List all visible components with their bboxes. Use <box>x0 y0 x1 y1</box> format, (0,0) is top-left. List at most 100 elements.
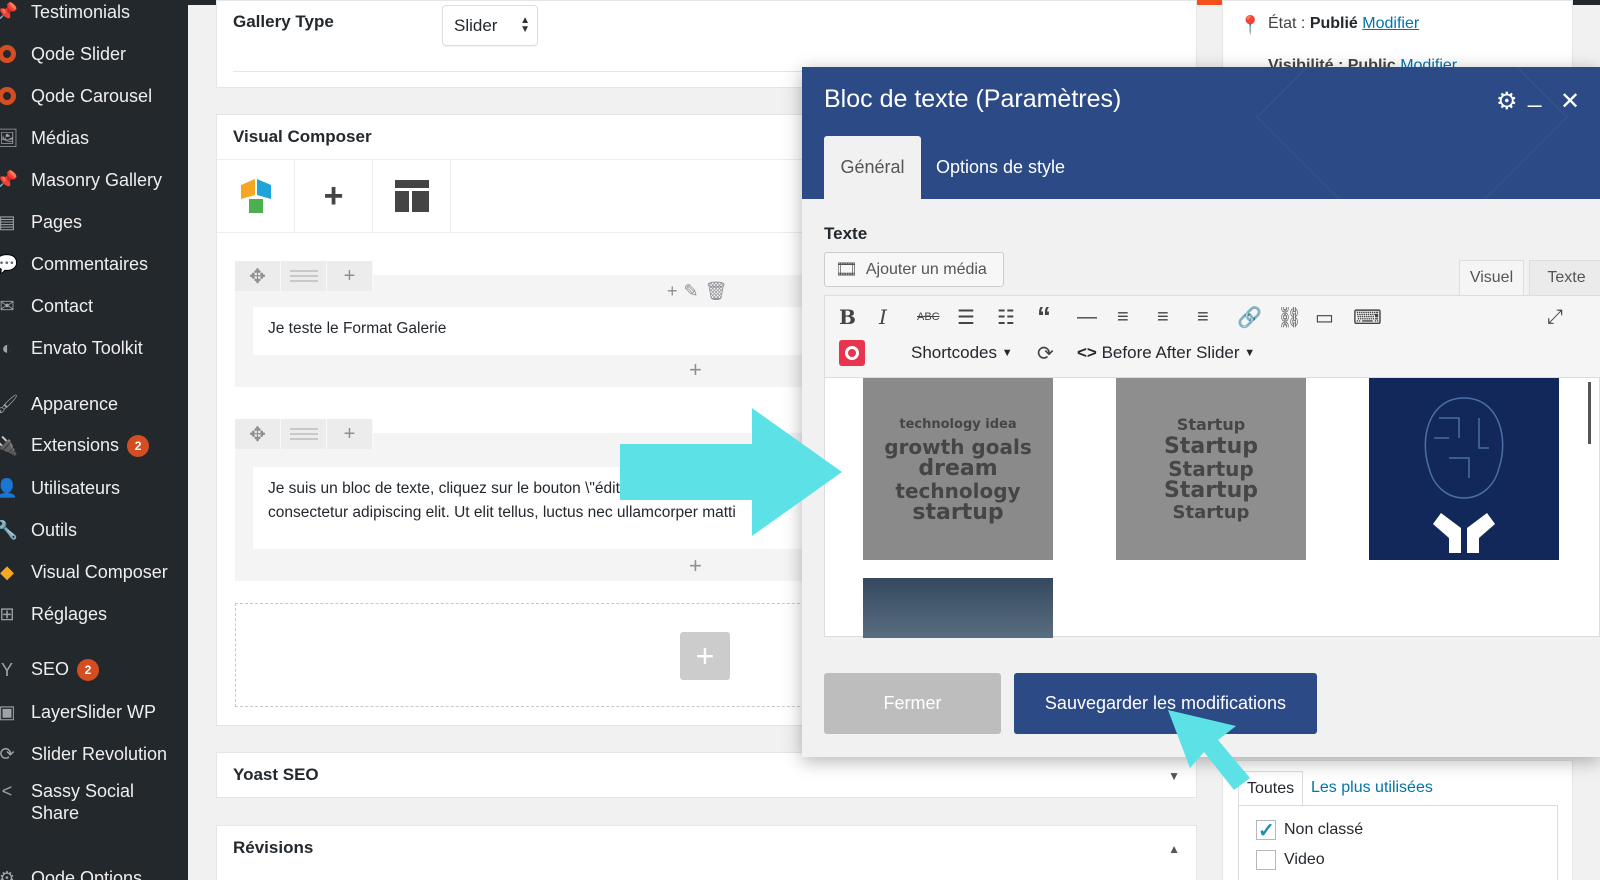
tab-most-used[interactable]: Les plus utilisées <box>1303 771 1441 805</box>
categories-panel: Toutes Les plus utilisées Non classé Vid… <box>1222 760 1573 880</box>
refresh-icon[interactable]: ⟳ <box>1037 338 1054 368</box>
sidebar-item-label: Visual Composer <box>31 561 168 582</box>
sidebar-item-qode-slider[interactable]: Qode Slider <box>0 38 188 70</box>
horizontal-rule-icon[interactable]: — <box>1077 302 1097 332</box>
strikethrough-icon[interactable]: ABC <box>917 302 940 332</box>
editor-content[interactable]: technology idea growth goals dream techn… <box>825 378 1600 638</box>
bullet-list-icon[interactable]: ☰ <box>957 302 975 332</box>
add-element-icon[interactable]: + <box>667 281 678 302</box>
add-media-button[interactable]: 🎞 Ajouter un média <box>824 252 1004 287</box>
align-right-icon[interactable]: ≡ <box>1197 302 1209 332</box>
italic-icon[interactable]: I <box>879 302 887 332</box>
blockquote-icon[interactable]: “ <box>1037 301 1051 332</box>
sidebar-item-extensions[interactable]: 🔌 Extensions 2 <box>0 430 188 462</box>
add-element-icon[interactable]: + <box>689 359 702 381</box>
circuit-head-artwork <box>1424 397 1504 553</box>
vc-add-element-button[interactable]: + <box>295 160 373 232</box>
caret-down-icon: ▼ <box>1244 347 1256 359</box>
read-more-icon[interactable]: ▭ <box>1315 302 1334 332</box>
gallery-image[interactable]: technology idea growth goals dream techn… <box>863 378 1053 560</box>
editor-scrollbar[interactable] <box>1588 382 1591 444</box>
gallery-image[interactable]: Startup Startup Startup Startup Startup <box>1116 378 1306 560</box>
publish-panel: 📍 État : Publié Modifier Visibilité : Pu… <box>1222 0 1573 74</box>
sidebar-item-visual-composer[interactable]: ◆ Visual Composer <box>0 556 188 588</box>
vc-logo-button[interactable] <box>217 160 295 232</box>
save-changes-button[interactable]: Sauvegarder les modifications <box>1014 673 1317 734</box>
sidebar-item-commentaires[interactable]: 💬 Commentaires <box>0 248 188 280</box>
text-block-element[interactable]: Je teste le Format Galerie <box>253 307 813 355</box>
sidebar-item-contact[interactable]: ✉ Contact <box>0 290 188 322</box>
sidebar-item-masonry-gallery[interactable]: 📌 Masonry Gallery <box>0 164 188 196</box>
sidebar-item-label: Qode Slider <box>31 43 127 64</box>
edit-pencil-icon[interactable]: ✎ <box>684 281 699 302</box>
sidebar-item-label: Contact <box>31 295 94 316</box>
row-move-icon[interactable]: ✥ <box>235 261 281 291</box>
sidebar-item-reglages[interactable]: ⊞ Réglages <box>0 598 188 630</box>
sidebar-item-medias[interactable]: 🖼 Médias <box>0 122 188 154</box>
row-add-column-button[interactable]: + <box>327 261 373 291</box>
minimize-icon[interactable]: _ <box>1528 81 1541 109</box>
vc-row: ✥ + + ✎ 🗑 Je teste le Format Galerie + <box>235 261 835 387</box>
sidebar-item-qode-options[interactable]: ⚙ Qode Options <box>0 862 188 880</box>
delete-trash-icon[interactable]: 🗑 <box>705 281 728 302</box>
fullscreen-icon[interactable]: ⤢ <box>1547 302 1563 332</box>
add-element-icon[interactable]: + <box>689 555 702 577</box>
sidebar-item-seo[interactable]: Y SEO 2 <box>0 654 188 686</box>
gear-icon[interactable]: ⚙ <box>1496 87 1518 116</box>
status-edit-link[interactable]: Modifier <box>1362 15 1419 32</box>
checkbox[interactable] <box>1256 850 1276 870</box>
toolbar-toggle-icon[interactable]: ⌨ <box>1353 302 1382 332</box>
category-label: Video <box>1284 851 1325 868</box>
link-icon[interactable]: 🔗 <box>1237 302 1262 332</box>
revisions-panel[interactable]: Révisions ▲ <box>216 825 1197 880</box>
vc-templates-button[interactable] <box>373 160 451 232</box>
sidebar-item-qode-carousel[interactable]: Qode Carousel <box>0 80 188 112</box>
tab-text-editor[interactable]: Texte <box>1529 260 1600 296</box>
gallery-image[interactable] <box>1369 378 1559 560</box>
row-move-icon[interactable]: ✥ <box>235 419 281 449</box>
align-left-icon[interactable]: ≡ <box>1117 302 1129 332</box>
rich-text-editor: B I ABC ☰ ☷ “ — ≡ ≡ ≡ 🔗 ⛓ ▭ ⌨ ⤢ Shortcod… <box>824 295 1600 638</box>
sidebar-item-layerslider[interactable]: ▣ LayerSlider WP <box>0 696 188 728</box>
annotation-arrow-right <box>620 408 842 536</box>
yoast-icon: Y <box>0 659 13 680</box>
checkbox-checked[interactable] <box>1256 818 1276 843</box>
gallery-type-select[interactable]: Slider ▲ ▼ <box>442 5 538 46</box>
sidebar-item-testimonials[interactable]: 📌 Testimonials <box>0 0 188 28</box>
close-icon[interactable]: ✕ <box>1560 87 1580 116</box>
close-button[interactable]: Fermer <box>824 673 1001 734</box>
collapse-up-icon[interactable]: ▲ <box>1168 842 1180 856</box>
row-layout-button[interactable] <box>281 261 327 291</box>
row-add-column-button[interactable]: + <box>327 419 373 449</box>
sidebar-item-slider-revolution[interactable]: ⟳ Slider Revolution <box>0 738 188 770</box>
update-count-badge: 2 <box>77 659 100 682</box>
tab-general[interactable]: Général <box>824 136 921 199</box>
sidebar-item-label: Qode Carousel <box>31 85 153 106</box>
align-center-icon[interactable]: ≡ <box>1157 302 1169 332</box>
before-after-slider-dropdown[interactable]: <> Before After Slider ▼ <box>1077 338 1255 368</box>
category-item[interactable]: Video <box>1256 850 1325 870</box>
sidebar-item-utilisateurs[interactable]: 👤 Utilisateurs <box>0 472 188 504</box>
tab-visual-editor[interactable]: Visuel <box>1459 260 1524 296</box>
vc-add-row-button[interactable]: + <box>680 632 730 680</box>
sidebar-item-apparence[interactable]: 🖌 Apparence <box>0 388 188 420</box>
sidebar-item-label: Utilisateurs <box>31 477 121 498</box>
row-layout-button[interactable] <box>281 419 327 449</box>
sidebar-item-outils[interactable]: 🔧 Outils <box>0 514 188 546</box>
add-media-label: Ajouter un média <box>865 260 987 278</box>
numbered-list-icon[interactable]: ☷ <box>997 302 1015 332</box>
sidebar-item-sassy-social-share[interactable]: < Sassy Social Share <box>0 780 188 830</box>
sidebar-item-envato-toolkit[interactable]: ◐ Envato Toolkit <box>0 332 188 364</box>
sidebar-item-pages[interactable]: ▤ Pages <box>0 206 188 238</box>
pages-icon: ▤ <box>0 211 16 232</box>
yoast-seo-panel[interactable]: Yoast SEO ▼ <box>216 752 1197 798</box>
shortcodes-dropdown[interactable]: Shortcodes ▼ <box>911 338 1013 368</box>
gallery-image[interactable] <box>863 578 1053 638</box>
brand-plugin-icon[interactable] <box>839 338 865 368</box>
tab-style-options[interactable]: Options de style <box>936 136 1065 199</box>
gallery-type-value: Slider <box>454 15 498 35</box>
bold-icon[interactable]: B <box>839 302 856 332</box>
revisions-title: Révisions <box>233 838 314 857</box>
unlink-icon[interactable]: ⛓ <box>1277 302 1302 332</box>
category-item[interactable]: Non classé <box>1256 818 1363 843</box>
